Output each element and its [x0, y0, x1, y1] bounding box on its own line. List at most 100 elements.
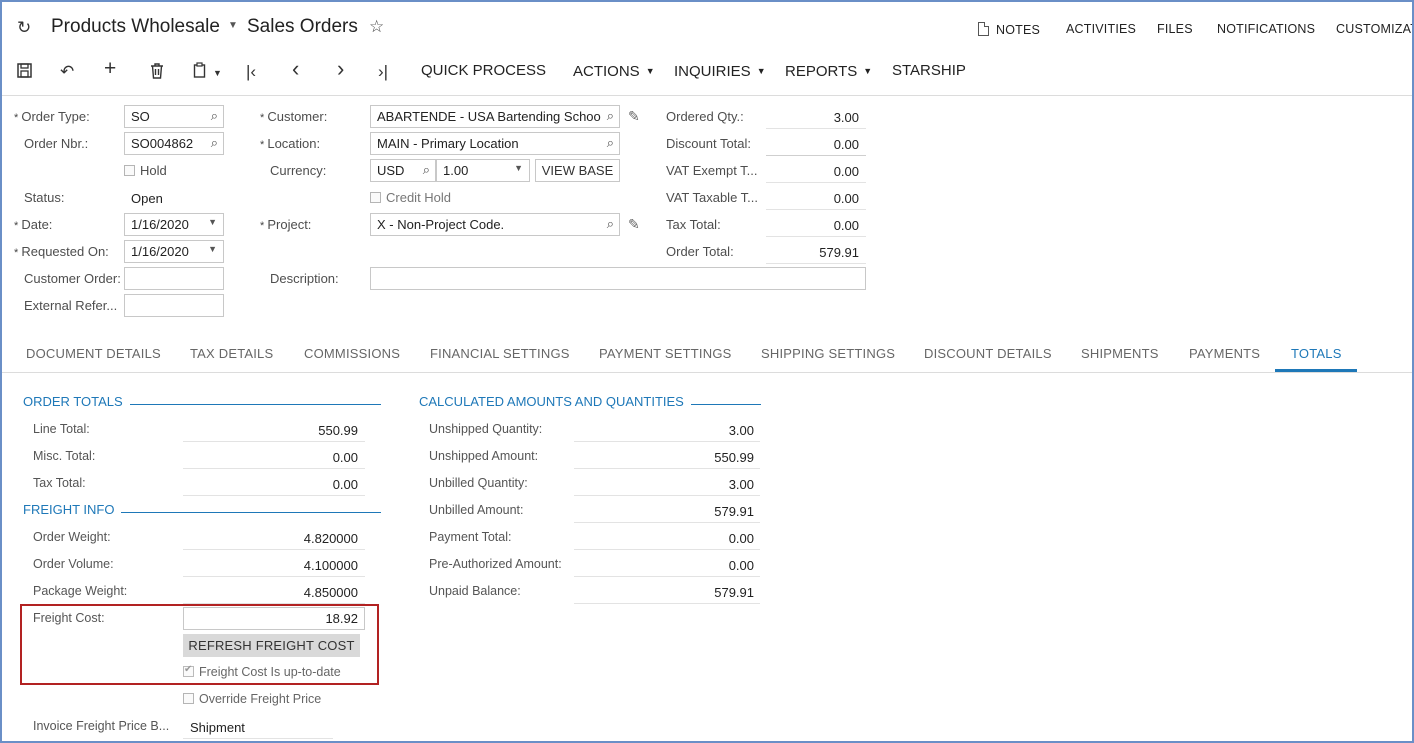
edit-pencil-icon[interactable]: ✎: [628, 216, 640, 233]
external-ref-field[interactable]: [124, 294, 224, 317]
description-field[interactable]: [370, 267, 866, 290]
customization-link[interactable]: CUSTOMIZAT: [1336, 22, 1414, 36]
unshipped-qty-value: 3.00: [728, 423, 754, 438]
refresh-icon[interactable]: ↻: [17, 18, 31, 38]
totals-tax-total-label: Tax Total:: [33, 476, 86, 490]
project-field[interactable]: X - Non-Project Code. ⌕: [370, 213, 620, 236]
chevron-down-icon[interactable]: ▼: [208, 244, 217, 254]
tab-tax-details[interactable]: TAX DETAILS: [190, 346, 273, 361]
search-icon[interactable]: ⌕: [607, 216, 614, 232]
view-base-button[interactable]: VIEW BASE: [535, 159, 620, 182]
customer-order-field[interactable]: [124, 267, 224, 290]
tab-financial-settings[interactable]: FINANCIAL SETTINGS: [430, 346, 570, 361]
hold-checkbox[interactable]: Hold: [124, 163, 167, 178]
search-icon[interactable]: ⌕: [604, 108, 614, 124]
chevron-down-icon: ▼: [863, 66, 873, 76]
divider: [766, 182, 866, 183]
divider: [574, 495, 760, 496]
delete-icon[interactable]: [150, 63, 164, 79]
tab-commissions[interactable]: COMMISSIONS: [304, 346, 400, 361]
order-nbr-label: Order Nbr.:: [24, 136, 89, 151]
divider: [766, 263, 866, 264]
freight-cost-uptodate-label: Freight Cost Is up-to-date: [199, 665, 341, 679]
favorite-star-icon[interactable]: ☆: [369, 17, 384, 37]
requested-on-field[interactable]: 1/16/2020 ▼: [124, 240, 224, 263]
last-record-icon[interactable]: ›|: [378, 62, 388, 82]
order-type-label: Order Type:: [14, 109, 89, 124]
divider: [183, 468, 365, 469]
inquiries-menu[interactable]: INQUIRIES ▼: [674, 61, 766, 82]
tab-shipments[interactable]: SHIPMENTS: [1081, 346, 1159, 361]
undo-icon[interactable]: ↶: [60, 62, 74, 82]
totals-tax-total-value: 0.00: [332, 477, 358, 492]
tab-totals[interactable]: TOTALS: [1291, 346, 1342, 361]
credit-hold-label: Credit Hold: [386, 190, 452, 205]
search-icon[interactable]: ⌕: [607, 135, 614, 151]
previous-record-icon[interactable]: ‹: [292, 58, 299, 80]
line-total-value: 550.99: [318, 423, 358, 438]
actions-menu[interactable]: ACTIONS ▼: [573, 61, 655, 82]
customer-field[interactable]: ABARTENDE - USA Bartending Schoo ⌕: [370, 105, 620, 128]
save-icon[interactable]: [17, 63, 32, 78]
notes-link[interactable]: NOTES: [978, 22, 1040, 37]
freight-cost-field[interactable]: 18.92: [183, 607, 365, 630]
date-field[interactable]: 1/16/2020 ▼: [124, 213, 224, 236]
unbilled-amount-label: Unbilled Amount:: [429, 503, 524, 517]
misc-total-value: 0.00: [332, 450, 358, 465]
tab-payment-settings[interactable]: PAYMENT SETTINGS: [599, 346, 732, 361]
starship-button[interactable]: STARSHIP: [892, 61, 966, 81]
divider: [574, 468, 760, 469]
unshipped-amount-value: 550.99: [714, 450, 754, 465]
search-icon[interactable]: ⌕: [423, 162, 430, 178]
search-icon[interactable]: ⌕: [211, 108, 218, 124]
tab-shipping-settings[interactable]: SHIPPING SETTINGS: [761, 346, 895, 361]
quick-process-button[interactable]: QUICK PROCESS: [421, 61, 546, 81]
currency-rate-field[interactable]: 1.00 ▼: [436, 159, 530, 182]
divider: [574, 576, 760, 577]
first-record-icon[interactable]: |‹: [246, 62, 256, 82]
tab-document-details[interactable]: DOCUMENT DETAILS: [26, 346, 161, 361]
unpaid-balance-value: 579.91: [714, 585, 754, 600]
notes-label: NOTES: [996, 23, 1041, 37]
order-nbr-field[interactable]: SO004862 ⌕: [124, 132, 224, 155]
customer-order-label: Customer Order:: [24, 271, 121, 286]
copy-paste-icon[interactable]: ▼: [193, 62, 222, 83]
add-icon[interactable]: +: [104, 58, 116, 79]
divider: [766, 236, 866, 237]
activities-link[interactable]: ACTIVITIES: [1066, 22, 1136, 36]
checkbox-icon: [183, 693, 194, 704]
project-value: X - Non-Project Code.: [377, 217, 505, 232]
active-tab-indicator: [1275, 369, 1357, 372]
tab-discount-details[interactable]: DISCOUNT DETAILS: [924, 346, 1052, 361]
divider: [766, 155, 866, 156]
invoice-freight-value[interactable]: Shipment: [190, 720, 245, 735]
discount-total-value: 0.00: [833, 137, 859, 152]
company-selector[interactable]: Products Wholesale: [51, 16, 220, 38]
reports-menu[interactable]: REPORTS ▼: [785, 61, 872, 82]
customer-value: ABARTENDE - USA Bartending Schoo: [377, 109, 601, 124]
order-type-field[interactable]: SO ⌕: [124, 105, 224, 128]
files-link[interactable]: FILES: [1157, 22, 1193, 36]
next-record-icon[interactable]: ›: [337, 58, 344, 80]
checkbox-icon: [124, 165, 135, 176]
divider: [183, 495, 365, 496]
override-freight-price-checkbox[interactable]: Override Freight Price: [183, 692, 321, 706]
refresh-freight-cost-button[interactable]: REFRESH FREIGHT COST: [183, 634, 360, 657]
divider: [766, 209, 866, 210]
notifications-link[interactable]: NOTIFICATIONS: [1217, 22, 1315, 36]
misc-total-label: Misc. Total:: [33, 449, 96, 463]
chevron-down-icon[interactable]: ▼: [208, 217, 217, 227]
override-freight-price-label: Override Freight Price: [199, 692, 322, 706]
edit-pencil-icon[interactable]: ✎: [628, 108, 640, 125]
tab-payments[interactable]: PAYMENTS: [1189, 346, 1260, 361]
project-label: Project:: [260, 217, 311, 232]
tax-total-label: Tax Total:: [666, 217, 721, 232]
chevron-down-icon[interactable]: ▼: [514, 163, 523, 173]
ordered-qty-label: Ordered Qty.:: [666, 109, 744, 124]
location-field[interactable]: MAIN - Primary Location ⌕: [370, 132, 620, 155]
ordered-qty-value: 3.00: [833, 110, 859, 125]
chevron-down-icon[interactable]: ▼: [228, 20, 238, 31]
divider: [183, 549, 365, 550]
search-icon[interactable]: ⌕: [211, 135, 218, 151]
currency-field[interactable]: USD ⌕: [370, 159, 436, 182]
